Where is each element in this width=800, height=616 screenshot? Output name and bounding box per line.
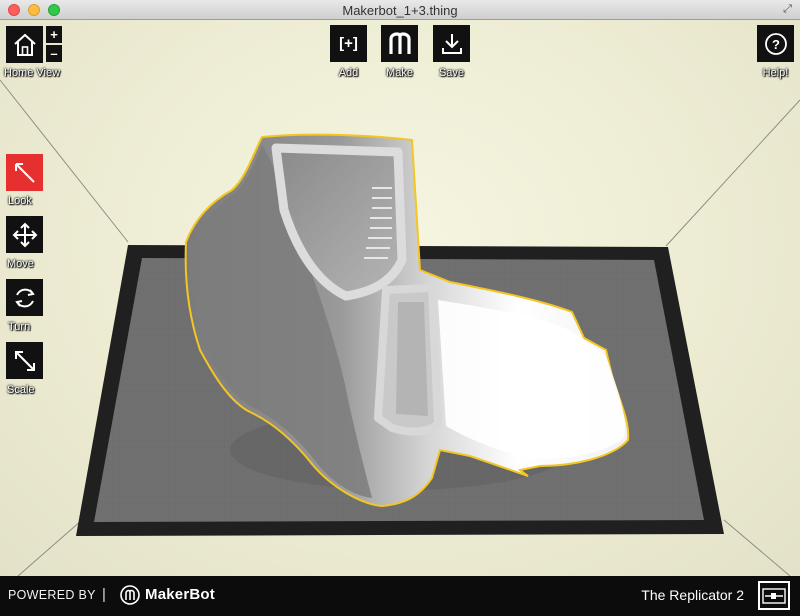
home-icon <box>13 33 36 56</box>
window-title-bar: Makerbot_1+3.thing ⤢ <box>0 0 800 20</box>
help-button[interactable]: ? <box>757 25 794 62</box>
look-arrow-icon <box>14 162 35 183</box>
3d-viewport[interactable]: + – Home View [+] Add Make Save ? Help! <box>0 20 800 576</box>
scale-icon <box>14 350 35 371</box>
add-icon: [+] <box>339 35 358 52</box>
zoom-out-button[interactable]: – <box>46 45 62 62</box>
printer-settings-button[interactable] <box>758 581 790 610</box>
add-button[interactable]: [+] <box>330 25 367 62</box>
look-mode-button[interactable] <box>6 154 43 191</box>
svg-text:?: ? <box>772 37 780 52</box>
look-label: Look <box>8 195 32 207</box>
footer-separator: | <box>102 586 106 603</box>
make-button[interactable] <box>381 25 418 62</box>
makerbot-m-icon <box>388 31 411 54</box>
save-label: Save <box>438 67 465 79</box>
add-label: Add <box>338 67 359 79</box>
build-scene <box>0 79 800 576</box>
move-label: Move <box>7 258 34 270</box>
help-label: Help! <box>762 67 789 79</box>
powered-by-label: POWERED BY <box>8 588 96 602</box>
makerbot-brand: MakerBot <box>145 586 215 603</box>
save-button[interactable] <box>433 25 470 62</box>
make-label: Make <box>386 67 413 79</box>
home-view-label: Home View <box>4 67 61 79</box>
home-view-button[interactable] <box>6 26 43 63</box>
footer-bar: POWERED BY | MakerBot The Replicator 2 <box>0 576 800 616</box>
makerbot-logo-icon <box>120 585 140 605</box>
printer-name: The Replicator 2 <box>641 587 744 603</box>
fullscreen-icon[interactable]: ⤢ <box>781 3 794 16</box>
question-icon: ? <box>764 32 787 55</box>
zoom-in-button[interactable]: + <box>46 26 62 43</box>
turn-label: Turn <box>8 321 31 333</box>
printer-icon <box>762 587 786 604</box>
scale-label: Scale <box>7 384 35 396</box>
move-mode-button[interactable] <box>6 216 43 253</box>
window-title: Makerbot_1+3.thing <box>342 3 458 18</box>
scale-mode-button[interactable] <box>6 342 43 379</box>
download-icon <box>441 33 462 54</box>
move-arrows-icon <box>12 222 37 247</box>
rotate-icon <box>14 288 35 307</box>
turn-mode-button[interactable] <box>6 279 43 316</box>
